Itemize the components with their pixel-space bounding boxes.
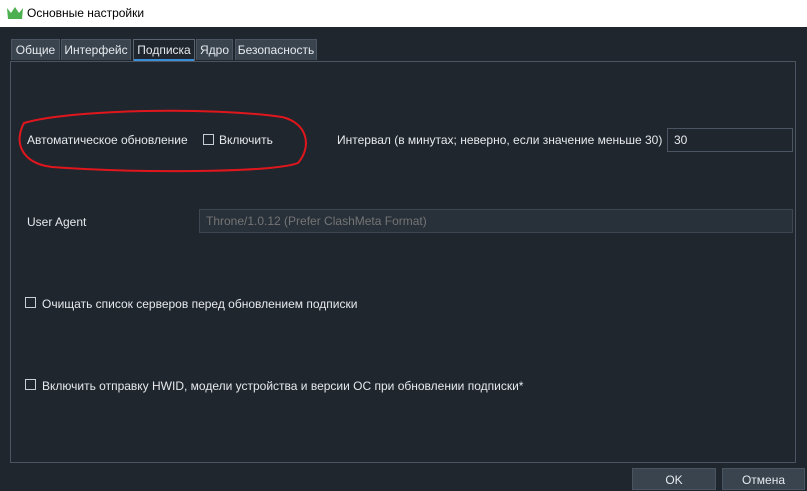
tab-core[interactable]: Ядро: [196, 39, 233, 60]
auto-update-checkbox-label[interactable]: Включить: [219, 133, 273, 147]
interval-label: Интервал (в минутах; неверно, если значе…: [337, 133, 663, 147]
clear-servers-checkbox[interactable]: [25, 297, 36, 308]
user-agent-input[interactable]: [199, 209, 793, 233]
tab-security[interactable]: Безопасность: [235, 39, 317, 60]
subscription-settings-panel: [10, 61, 796, 463]
user-agent-label: User Agent: [27, 215, 87, 229]
tab-general[interactable]: Общие: [11, 39, 60, 60]
interval-input[interactable]: [667, 128, 793, 152]
auto-update-checkbox[interactable]: [203, 134, 214, 145]
tab-subscription[interactable]: Подписка: [133, 39, 195, 61]
clear-servers-label[interactable]: Очищать список серверов перед обновление…: [42, 297, 357, 311]
window-title: Основные настройки: [27, 6, 145, 20]
auto-update-label: Автоматическое обновление: [27, 133, 188, 147]
title-bar: Основные настройки: [0, 0, 807, 27]
send-hwid-checkbox[interactable]: [25, 379, 36, 390]
tab-interface[interactable]: Интерфейс: [61, 39, 131, 60]
send-hwid-label[interactable]: Включить отправку HWID, модели устройств…: [42, 379, 523, 393]
app-logo-icon: [7, 7, 23, 19]
